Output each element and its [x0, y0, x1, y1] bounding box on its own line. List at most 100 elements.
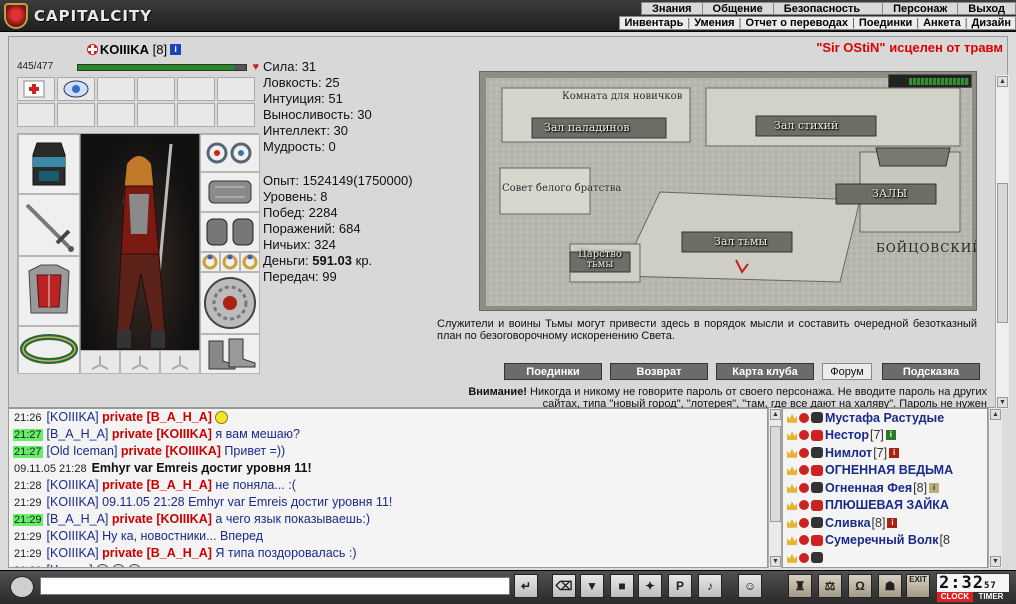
slot-empty-5[interactable] — [177, 77, 215, 101]
room-newbie[interactable]: Комната для новичков — [562, 92, 682, 102]
hint-button[interactable]: Подсказка — [882, 363, 980, 380]
user-info-icon[interactable]: i — [889, 447, 900, 458]
online-user[interactable]: Нестор [7] i — [783, 427, 987, 445]
private-tag[interactable]: private [B_A_H_A] — [102, 410, 212, 424]
user-info-icon[interactable]: i — [885, 430, 896, 441]
online-user-name[interactable]: Сливка — [825, 516, 871, 530]
private-crown-icon[interactable] — [787, 431, 797, 441]
clock-widget[interactable]: 2:3257 CLOCK TIMER — [936, 573, 1010, 603]
room-elements[interactable]: Зал стихий — [774, 119, 838, 132]
online-user[interactable]: Сумеречный Волк [8 — [783, 532, 987, 550]
character-name[interactable]: KOIIIKA — [100, 42, 149, 57]
chat-sender[interactable]: [KOIIIKA] — [47, 478, 99, 492]
slot-empty-6[interactable] — [217, 77, 255, 101]
private-button[interactable]: P — [668, 574, 692, 598]
online-user[interactable]: ПЛЮШЕВАЯ ЗАЙКА — [783, 497, 987, 515]
sound-button[interactable]: ♪ — [698, 574, 722, 598]
menu-knowledge[interactable]: Знания — [642, 3, 701, 15]
chat-sender[interactable]: [KOIIIKA] — [47, 529, 99, 543]
settings-button[interactable]: ☗ — [878, 574, 902, 598]
menu-security[interactable]: Безопасность — [772, 3, 870, 15]
exit-button[interactable]: EXIT — [906, 574, 930, 598]
save-button[interactable]: ■ — [610, 574, 634, 598]
slot-empty-a[interactable] — [80, 350, 120, 374]
slot-shield[interactable] — [200, 272, 260, 334]
friends-button[interactable]: Ω — [848, 574, 872, 598]
slot-empty-11[interactable] — [177, 103, 215, 127]
chat-sender[interactable]: [KOIIIKA] — [47, 410, 99, 424]
chat-scrollbar[interactable]: ▲ ▼ — [768, 408, 782, 568]
private-tag[interactable]: private [KOIIIKA] — [112, 427, 212, 441]
menu-communication[interactable]: Общение — [701, 3, 773, 15]
transfer-button[interactable]: ⚖ — [818, 574, 842, 598]
private-tag[interactable]: private [KOIIIKA] — [121, 444, 221, 458]
private-tag[interactable]: private [KOIIIKA] — [112, 512, 212, 526]
return-button[interactable]: Возврат — [610, 363, 708, 380]
chat-sender[interactable]: [B_A_H_A] — [47, 512, 109, 526]
logo[interactable]: CAPITALCITY — [4, 2, 152, 30]
timer-tab[interactable]: TIMER — [973, 592, 1009, 602]
slot-boots[interactable] — [200, 334, 260, 374]
online-user-name[interactable]: Нестор — [825, 428, 869, 442]
club-map-button[interactable]: Карта клуба — [716, 363, 814, 380]
online-scroll-up-icon[interactable]: ▲ — [990, 409, 1001, 420]
private-crown-icon[interactable] — [787, 553, 797, 563]
online-user[interactable]: Нимлот [7] i — [783, 444, 987, 462]
online-user-name[interactable]: Нимлот — [825, 446, 872, 460]
slot-ring-3[interactable] — [240, 252, 260, 272]
slot-empty-10[interactable] — [137, 103, 175, 127]
slot-empty-c[interactable] — [160, 350, 200, 374]
submenu-transfers[interactable]: Отчет о переводах — [741, 17, 852, 29]
chat-sender[interactable]: [Чешер] — [47, 563, 93, 567]
online-scroll-down-icon[interactable]: ▼ — [990, 556, 1001, 567]
inventory-button[interactable]: ♜ — [788, 574, 812, 598]
private-crown-icon[interactable] — [787, 518, 797, 528]
menu-exit[interactable]: Выход — [957, 3, 1015, 15]
private-crown-icon[interactable] — [787, 501, 797, 511]
room-paladins[interactable]: Зал паладинов — [544, 121, 630, 134]
slot-helmet[interactable] — [18, 134, 80, 194]
room-council[interactable]: Совет белого братства — [502, 184, 621, 194]
main-scrollbar[interactable]: ▲ ▼ — [995, 75, 1009, 409]
send-button[interactable]: ↵ — [514, 574, 538, 598]
smiles-button[interactable]: ☺ — [738, 574, 762, 598]
online-user[interactable]: ОГНЕННАЯ ВЕДЬМА — [783, 462, 987, 480]
scroll-down-icon[interactable]: ▼ — [997, 397, 1008, 408]
slot-ring-2[interactable] — [220, 252, 240, 272]
online-user[interactable] — [783, 549, 987, 567]
room-darkness-hall[interactable]: Зал тьмы — [714, 235, 767, 248]
menu-character[interactable]: Персонаж — [882, 3, 957, 15]
forum-button[interactable]: Форум — [822, 363, 872, 380]
private-crown-icon[interactable] — [787, 536, 797, 546]
online-user-name[interactable]: Мустафа Растудые — [825, 411, 944, 425]
slot-empty-3[interactable] — [97, 77, 135, 101]
chat-scroll-down-icon[interactable]: ▼ — [770, 556, 781, 567]
info-icon[interactable]: i — [170, 43, 182, 55]
submenu-inventory[interactable]: Инвентарь — [620, 17, 687, 29]
battles-button[interactable]: Поединки — [504, 363, 602, 380]
private-crown-icon[interactable] — [787, 413, 797, 423]
online-user[interactable]: Огненная Фея [8] i — [783, 479, 987, 497]
private-tag[interactable]: private [B_A_H_A] — [102, 478, 212, 492]
online-user-name[interactable]: ОГНЕННАЯ ВЕДЬМА — [825, 463, 953, 477]
chat-sender[interactable]: [Old Iceman] — [47, 444, 118, 458]
private-tag[interactable]: private [B_A_H_A] — [102, 546, 212, 560]
online-user-name[interactable]: Огненная Фея — [825, 481, 912, 495]
slot-heal[interactable] — [17, 77, 55, 101]
submenu-skills[interactable]: Умения — [690, 17, 738, 29]
clock-tab[interactable]: CLOCK — [937, 592, 973, 602]
map-toolbar[interactable] — [888, 74, 972, 88]
online-user-name[interactable]: Сумеречный Волк — [825, 533, 938, 547]
chat-sender[interactable]: [KOIIIKA] — [47, 546, 99, 560]
user-info-icon[interactable]: i — [929, 482, 940, 493]
online-user[interactable]: Мустафа Растудые — [783, 409, 987, 427]
online-user-name[interactable]: ПЛЮШЕВАЯ ЗАЙКА — [825, 498, 949, 512]
chat-mode-icon[interactable] — [10, 576, 34, 598]
submenu-battles[interactable]: Поединки — [855, 17, 916, 29]
online-user[interactable]: Сливка [8] i — [783, 514, 987, 532]
slot-earrings[interactable] — [200, 134, 260, 172]
slot-empty-12[interactable] — [217, 103, 255, 127]
slot-weapon[interactable] — [18, 194, 80, 256]
slot-bracers[interactable] — [200, 172, 260, 212]
character-portrait[interactable] — [80, 134, 200, 374]
